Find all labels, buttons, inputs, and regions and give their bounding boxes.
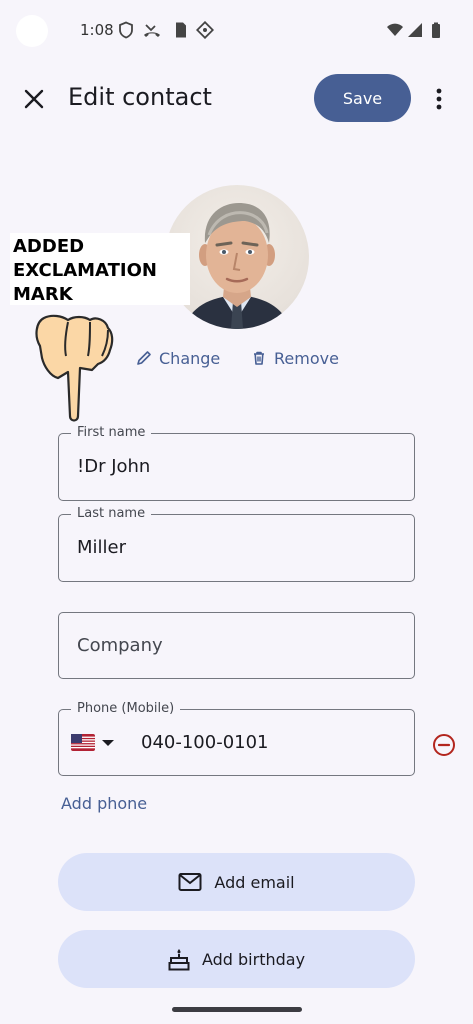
first-name-value[interactable]: !Dr John <box>77 456 150 477</box>
status-bar: 1:08 <box>0 0 473 60</box>
phone-value[interactable]: 040-100-0101 <box>141 732 269 753</box>
missed-call-icon <box>144 24 160 37</box>
pointing-hand-icon <box>35 314 114 422</box>
close-icon[interactable] <box>20 85 48 113</box>
pencil-icon <box>137 351 151 365</box>
last-name-label: Last name <box>71 506 152 522</box>
last-name-field[interactable]: Last name Miller <box>58 506 415 582</box>
add-email-button[interactable]: Add email <box>58 853 415 911</box>
shield-icon <box>119 21 133 39</box>
cake-icon <box>168 949 190 971</box>
add-phone-button[interactable]: Add phone <box>61 794 147 813</box>
remove-photo-button[interactable]: Remove <box>251 346 339 370</box>
remove-circle-icon[interactable] <box>432 733 456 757</box>
add-birthday-button[interactable]: Add birthday <box>58 930 415 988</box>
phone-label: Phone (Mobile) <box>71 701 181 717</box>
first-name-field[interactable]: First name !Dr John <box>58 425 415 501</box>
us-flag-icon[interactable] <box>71 734 95 751</box>
wifi-icon <box>387 23 403 36</box>
page-title: Edit contact <box>68 83 212 111</box>
signal-icon <box>408 23 422 37</box>
navigation-handle[interactable] <box>172 1007 302 1012</box>
front-camera <box>16 15 48 47</box>
annotation-label: ADDED EXCLAMATION MARK <box>10 233 190 305</box>
add-email-label: Add email <box>214 872 295 892</box>
first-name-label: First name <box>71 425 152 441</box>
more-vert-icon[interactable] <box>428 84 450 114</box>
dropdown-caret-icon[interactable] <box>101 738 115 748</box>
change-photo-button[interactable]: Change <box>136 346 220 370</box>
save-button[interactable]: Save <box>314 74 411 122</box>
mail-icon <box>178 873 202 891</box>
last-name-value[interactable]: Miller <box>77 537 126 558</box>
company-placeholder: Company <box>77 635 163 656</box>
phone-field[interactable]: Phone (Mobile) 040-100-0101 <box>58 701 415 776</box>
annotation-line: MARK <box>13 284 73 305</box>
trash-icon <box>254 351 264 365</box>
phone-screen: 1:08 Edit contact Save ADDED EXCLAMATION… <box>0 0 473 1024</box>
company-field[interactable]: Company <box>58 612 415 679</box>
annotation-line: ADDED <box>13 236 85 257</box>
change-photo-label: Change <box>159 348 221 368</box>
sim-card-icon <box>176 22 186 38</box>
battery-icon <box>432 22 440 38</box>
annotation-line: EXCLAMATION <box>13 260 157 281</box>
status-time: 1:08 <box>80 21 114 39</box>
add-birthday-label: Add birthday <box>201 949 306 969</box>
remove-photo-label: Remove <box>274 348 339 368</box>
location-diamond-icon <box>196 21 214 39</box>
